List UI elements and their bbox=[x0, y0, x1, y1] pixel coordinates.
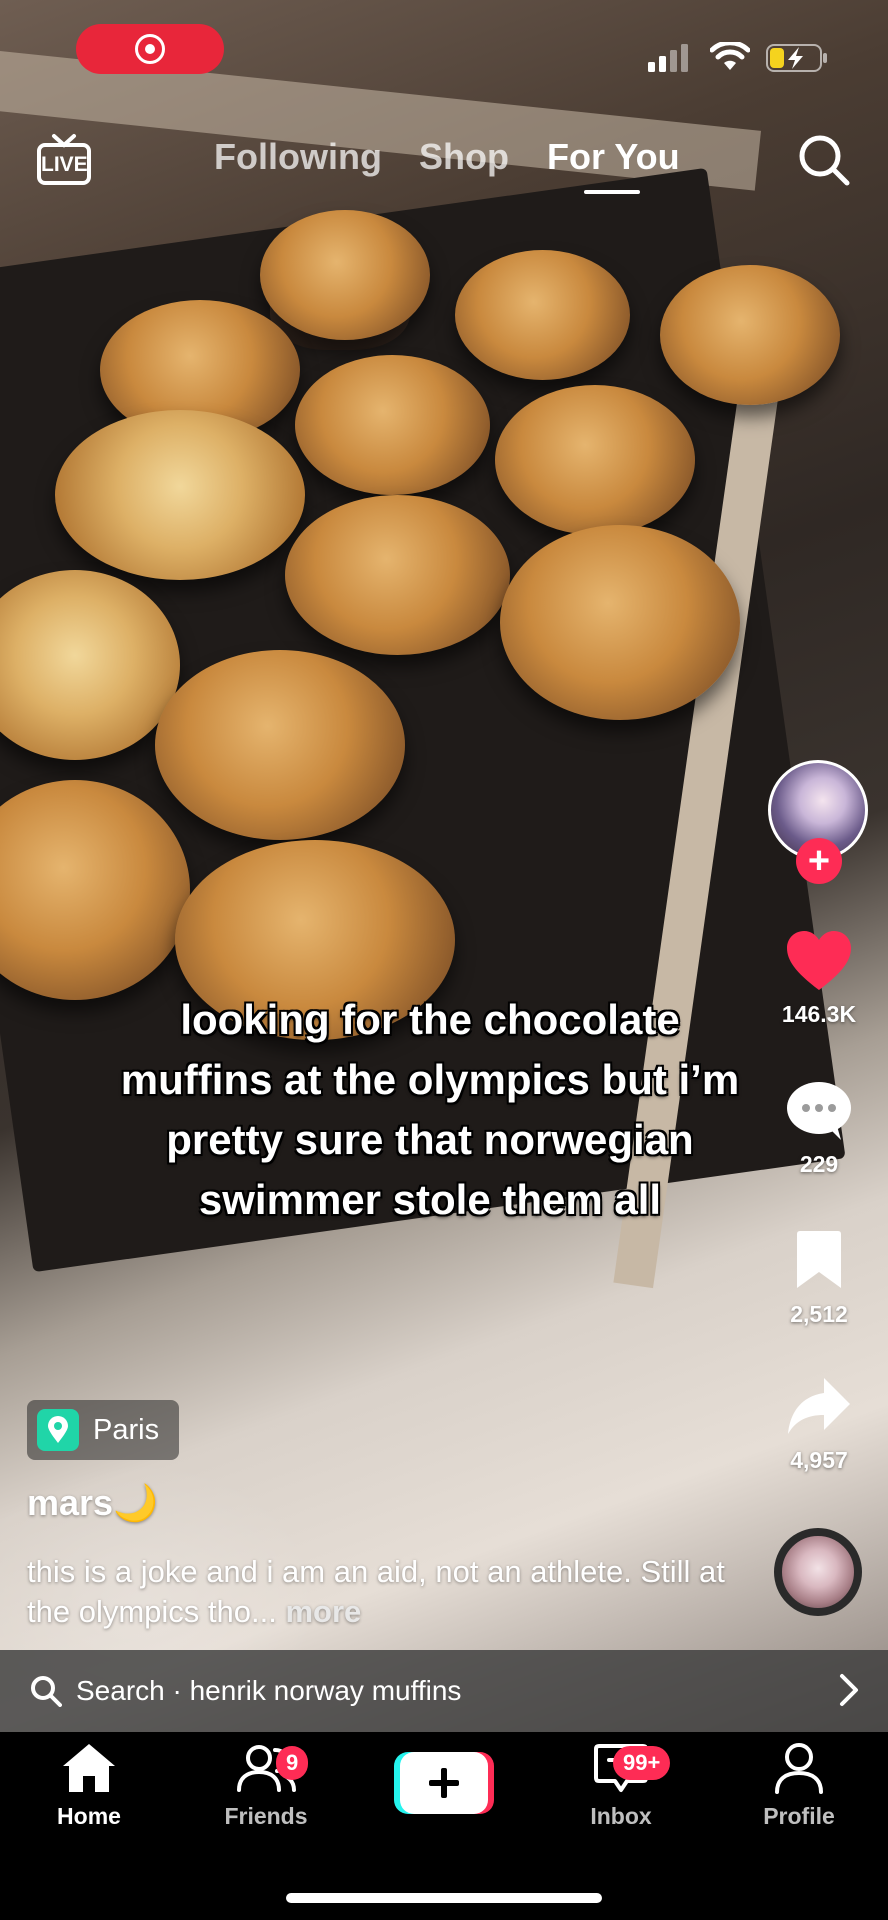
video-description[interactable]: this is a joke and i am an aid, not an a… bbox=[27, 1552, 727, 1632]
battery-charging-icon bbox=[766, 44, 827, 72]
comment-action[interactable]: 229 bbox=[760, 1080, 878, 1178]
signal-bars-icon bbox=[648, 44, 688, 72]
home-indicator bbox=[286, 1893, 602, 1903]
record-icon bbox=[135, 34, 165, 64]
follow-button[interactable]: + bbox=[796, 838, 842, 884]
search-suggestion-bar[interactable]: Search · henrik norway muffins bbox=[0, 1650, 888, 1732]
tab-profile-label: Profile bbox=[763, 1803, 835, 1829]
muffin bbox=[260, 210, 430, 340]
tab-friends-label: Friends bbox=[224, 1803, 308, 1829]
search-icon bbox=[799, 135, 850, 186]
tiktok-feed-screen: LIVE Following Shop For You looking for … bbox=[0, 0, 888, 1920]
muffin bbox=[155, 650, 405, 840]
heart-icon bbox=[787, 931, 851, 990]
comment-bubble-icon bbox=[787, 1082, 851, 1140]
creator-username[interactable]: mars🌙 bbox=[27, 1482, 158, 1524]
moon-emoji: 🌙 bbox=[113, 1482, 158, 1523]
tab-profile[interactable]: Profile bbox=[729, 1742, 869, 1830]
tab-home-label: Home bbox=[57, 1803, 121, 1829]
bottom-tab-bar: Home Friends 9 Inbox 99+ Profile bbox=[0, 1732, 888, 1920]
video-player[interactable] bbox=[0, 0, 888, 1732]
share-arrow-icon bbox=[788, 1378, 850, 1434]
bookmark-icon bbox=[797, 1231, 841, 1288]
friends-badge: 9 bbox=[276, 1746, 309, 1780]
tab-following[interactable]: Following bbox=[214, 136, 382, 178]
create-plus-icon bbox=[394, 1752, 494, 1814]
active-tab-indicator bbox=[584, 190, 640, 194]
profile-icon bbox=[775, 1743, 823, 1794]
sound-disc[interactable] bbox=[774, 1528, 862, 1616]
tab-home[interactable]: Home bbox=[19, 1742, 159, 1830]
save-action[interactable]: 2,512 bbox=[760, 1230, 878, 1328]
screen-recording-indicator[interactable] bbox=[76, 24, 224, 74]
location-chip[interactable]: Paris bbox=[27, 1400, 180, 1460]
create-button[interactable] bbox=[394, 1752, 494, 1814]
feed-tabs: Following Shop For You bbox=[0, 132, 888, 194]
search-prefix: Search bbox=[76, 1675, 165, 1706]
chevron-right-icon bbox=[840, 1674, 858, 1706]
more-link[interactable]: more bbox=[285, 1594, 361, 1629]
like-count: 146.3K bbox=[781, 1001, 857, 1027]
plus-icon: + bbox=[807, 840, 831, 882]
wifi-icon bbox=[710, 42, 750, 70]
tab-inbox-label: Inbox bbox=[590, 1803, 652, 1829]
home-icon bbox=[63, 1744, 115, 1792]
tab-friends[interactable]: Friends 9 bbox=[196, 1742, 336, 1830]
muffin bbox=[500, 525, 740, 720]
tab-for-you[interactable]: For You bbox=[547, 136, 680, 178]
like-action[interactable]: 146.3K bbox=[760, 930, 878, 1028]
inbox-badge: 99+ bbox=[613, 1746, 671, 1780]
search-query: henrik norway muffins bbox=[189, 1675, 462, 1706]
muffin bbox=[295, 355, 490, 495]
search-suggestion-text: Search · henrik norway muffins bbox=[76, 1675, 461, 1707]
search-button[interactable] bbox=[796, 132, 852, 188]
tab-shop[interactable]: Shop bbox=[419, 136, 509, 178]
muffin bbox=[285, 495, 510, 655]
save-count: 2,512 bbox=[790, 1301, 848, 1327]
muffin bbox=[660, 265, 840, 405]
muffin bbox=[55, 410, 305, 580]
description-text: this is a joke and i am an aid, not an a… bbox=[27, 1554, 725, 1629]
share-action[interactable]: 4,957 bbox=[760, 1376, 878, 1474]
username-text: mars bbox=[27, 1482, 114, 1523]
search-separator: · bbox=[164, 1675, 190, 1706]
muffin bbox=[495, 385, 695, 535]
search-icon bbox=[31, 1676, 62, 1707]
location-label: Paris bbox=[93, 1413, 160, 1446]
share-count: 4,957 bbox=[790, 1447, 848, 1473]
video-caption: looking for the chocolate muffins at the… bbox=[120, 996, 740, 1223]
location-pin-icon bbox=[37, 1409, 79, 1451]
comment-count: 229 bbox=[799, 1151, 839, 1177]
tab-inbox[interactable]: Inbox 99+ bbox=[551, 1742, 691, 1830]
muffin bbox=[455, 250, 630, 380]
